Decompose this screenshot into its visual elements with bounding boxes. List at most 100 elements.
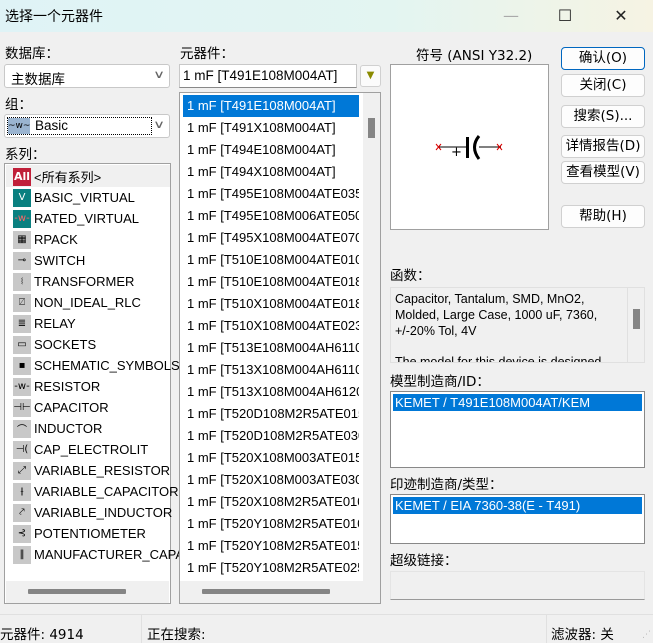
function-vscroll-thumb[interactable] xyxy=(633,309,640,329)
component-list-item[interactable]: 1 mF [T510X108M004ATE023 xyxy=(183,315,359,337)
database-value: 主数据库 xyxy=(11,72,65,88)
component-hscroll-thumb[interactable] xyxy=(202,589,330,594)
series-item[interactable]: ▭ SOCKETS xyxy=(13,334,96,355)
series-item-label: RPACK xyxy=(34,232,78,247)
component-hscrollbar[interactable] xyxy=(180,581,380,603)
variable-inductor-icon: ⤤ xyxy=(13,503,31,522)
detail-report-button[interactable]: 详情报告(D) xyxy=(561,135,645,158)
series-item[interactable]: ⤢ VARIABLE_RESISTOR xyxy=(13,460,170,481)
series-item[interactable]: ⊣⊢ CAPACITOR xyxy=(13,397,109,418)
window-title: 选择一个元器件 xyxy=(5,9,103,25)
virtual-icon: V xyxy=(13,188,31,207)
filter-button[interactable]: ▼ xyxy=(360,65,381,87)
series-item[interactable]: ≣ RELAY xyxy=(13,313,76,334)
component-list-item[interactable]: 1 mF [T495X108M004ATE070 xyxy=(183,227,359,249)
minimize-button[interactable]: — xyxy=(488,0,534,30)
component-list-item[interactable]: 1 mF [T495E108M004ATE035 xyxy=(183,183,359,205)
series-item[interactable]: V BASIC_VIRTUAL xyxy=(13,187,135,208)
component-list-item[interactable]: 1 mF [T510E108M004ATE010 xyxy=(183,249,359,271)
maximize-button[interactable]: ☐ xyxy=(542,0,588,30)
series-item[interactable]: -w- RATED_VIRTUAL xyxy=(13,208,139,229)
component-list-item[interactable]: 1 mF [T520X108M003ATE030 xyxy=(183,469,359,491)
component-list-item[interactable]: 1 mF [T491E108M004AT] xyxy=(183,95,359,117)
model-manufacturer-list[interactable]: KEMET / T491E108M004AT/KEM xyxy=(390,391,645,468)
component-list-item[interactable]: 1 mF [T520D108M2R5ATE015 xyxy=(183,403,359,425)
rpack-icon: ▦ xyxy=(13,230,31,249)
series-item[interactable]: ▦ RPACK xyxy=(13,229,78,250)
component-list-item[interactable]: 1 mF [T494E108M004AT] xyxy=(183,139,359,161)
series-item[interactable]: ‖ MANUFACTURER_CAPAC xyxy=(13,544,193,565)
component-vscroll-thumb[interactable] xyxy=(368,118,375,138)
series-item-label: RATED_VIRTUAL xyxy=(34,211,139,226)
symbol-label: 符号 (ANSI Y32.2) xyxy=(416,48,533,64)
function-text[interactable]: Capacitor, Tantalum, SMD, MnO2, Molded, … xyxy=(390,287,645,363)
component-list-item[interactable]: 1 mF [T520Y108M2R5ATE010 xyxy=(183,513,359,535)
hyperlink-field[interactable] xyxy=(390,571,645,600)
series-item[interactable]: ⊸ SWITCH xyxy=(13,250,85,271)
series-hscrollbar[interactable] xyxy=(6,581,169,603)
series-item-label: SCHEMATIC_SYMBOLS xyxy=(34,358,180,373)
component-list-item[interactable]: 1 mF [T513X108M004AH6110 xyxy=(183,359,359,381)
variable-resistor-icon: ⤢ xyxy=(13,461,31,480)
help-button[interactable]: 帮助(H) xyxy=(561,205,645,228)
component-list-item[interactable]: 1 mF [T495E108M006ATE050 xyxy=(183,205,359,227)
series-item[interactable]: ⤤ VARIABLE_INDUCTOR xyxy=(13,502,172,523)
series-item[interactable]: ▪ SCHEMATIC_SYMBOLS xyxy=(13,355,180,376)
component-list-item[interactable]: 1 mF [T491X108M004AT] xyxy=(183,117,359,139)
series-list[interactable]: All <所有系列> V BASIC_VIRTUAL -w- RATED_VIRTUAL ▦… xyxy=(4,163,193,604)
relay-icon: ≣ xyxy=(13,314,31,333)
group-value: Basic xyxy=(35,118,69,133)
footprint-list[interactable]: KEMET / EIA 7360-38(E - T491) xyxy=(390,494,645,544)
component-list-item[interactable]: 1 mF [T513E108M004AH6110 xyxy=(183,337,359,359)
series-hscroll-thumb[interactable] xyxy=(28,589,126,594)
series-item-label: VARIABLE_INDUCTOR xyxy=(34,505,173,520)
title-bar: 选择一个元器件 — ☐ ✕ xyxy=(0,0,653,32)
switch-icon: ⊸ xyxy=(13,251,31,270)
group-select[interactable]: ~w~ Basic ∨ xyxy=(4,114,170,138)
database-select[interactable]: 主数据库 ∨ xyxy=(4,64,170,88)
series-item[interactable]: ⍁ NON_IDEAL_RLC xyxy=(13,292,141,313)
component-list-item[interactable]: 1 mF [T520Y108M2R5ATE015 xyxy=(183,535,359,557)
component-list-item[interactable]: 1 mF [T494X108M004AT] xyxy=(183,161,359,183)
series-item[interactable]: ⫲ VARIABLE_CAPACITOR xyxy=(13,481,179,502)
close-dialog-button[interactable]: 关闭(C) xyxy=(561,74,645,97)
component-list-item[interactable]: 1 mF [T520X108M003ATE015 xyxy=(183,447,359,469)
component-list[interactable]: 1 mF [T491E108M004AT] 1 mF [T491X108M004A… xyxy=(179,92,381,604)
component-list-item[interactable]: 1 mF [T520X108M2R5ATE010 xyxy=(183,491,359,513)
component-search-input[interactable]: 1 mF [T491E108M004AT] xyxy=(179,64,357,88)
series-item[interactable]: ⊰ POTENTIOMETER xyxy=(13,523,146,544)
series-item[interactable]: ⧙ TRANSFORMER xyxy=(13,271,134,292)
footprint-item[interactable]: KEMET / EIA 7360-38(E - T491) xyxy=(393,497,642,514)
series-item-label: SWITCH xyxy=(34,253,86,268)
model-manufacturer-label: 模型制造商/ID： xyxy=(390,374,490,390)
cap-electrolit-icon: ⊣( xyxy=(13,440,31,459)
function-vscrollbar[interactable] xyxy=(627,288,644,362)
component-list-item[interactable]: 1 mF [T510E108M004ATE018 xyxy=(183,271,359,293)
status-bar: 元器件: 4914 正在搜索: 滤波器: 关 ⋰ xyxy=(0,614,653,643)
series-item-label: CAP_ELECTROLIT xyxy=(34,442,149,457)
ok-button[interactable]: 确认(O) xyxy=(561,47,645,70)
series-item[interactable]: ⊣(CAP_ELECTROLIT xyxy=(13,439,148,460)
series-item[interactable]: -w- RESISTOR xyxy=(13,376,100,397)
rated-virtual-icon: -w- xyxy=(13,209,31,228)
component-list-item[interactable]: 1 mF [T513X108M004AH6120 xyxy=(183,381,359,403)
component-list-item[interactable]: 1 mF [T520Y108M2R5ATE025 xyxy=(183,557,359,579)
view-model-button[interactable]: 查看模型(V) xyxy=(561,161,645,184)
manufacturer-capacitor-icon: ‖ xyxy=(13,545,31,564)
series-item-label: VARIABLE_RESISTOR xyxy=(34,463,171,478)
inductor-icon: ⌒ xyxy=(13,419,31,438)
capacitor-symbol xyxy=(435,135,503,160)
component-list-item[interactable]: 1 mF [T510X108M004ATE018 xyxy=(183,293,359,315)
series-item[interactable]: ⌒ INDUCTOR xyxy=(13,418,102,439)
close-button[interactable]: ✕ xyxy=(598,0,644,30)
polarity-plus: + xyxy=(451,145,462,160)
model-manufacturer-item[interactable]: KEMET / T491E108M004AT/KEM xyxy=(393,394,642,411)
status-separator xyxy=(141,615,142,643)
search-button[interactable]: 搜索(S)... xyxy=(561,105,645,128)
series-item[interactable]: All <所有系列> xyxy=(13,166,101,187)
component-vscrollbar[interactable] xyxy=(363,93,380,581)
series-label: 系列： xyxy=(5,147,46,163)
resistor-icon: -w- xyxy=(13,377,31,396)
component-list-item[interactable]: 1 mF [T520D108M2R5ATE030 xyxy=(183,425,359,447)
resize-grip-icon[interactable]: ⋰ xyxy=(642,630,651,640)
